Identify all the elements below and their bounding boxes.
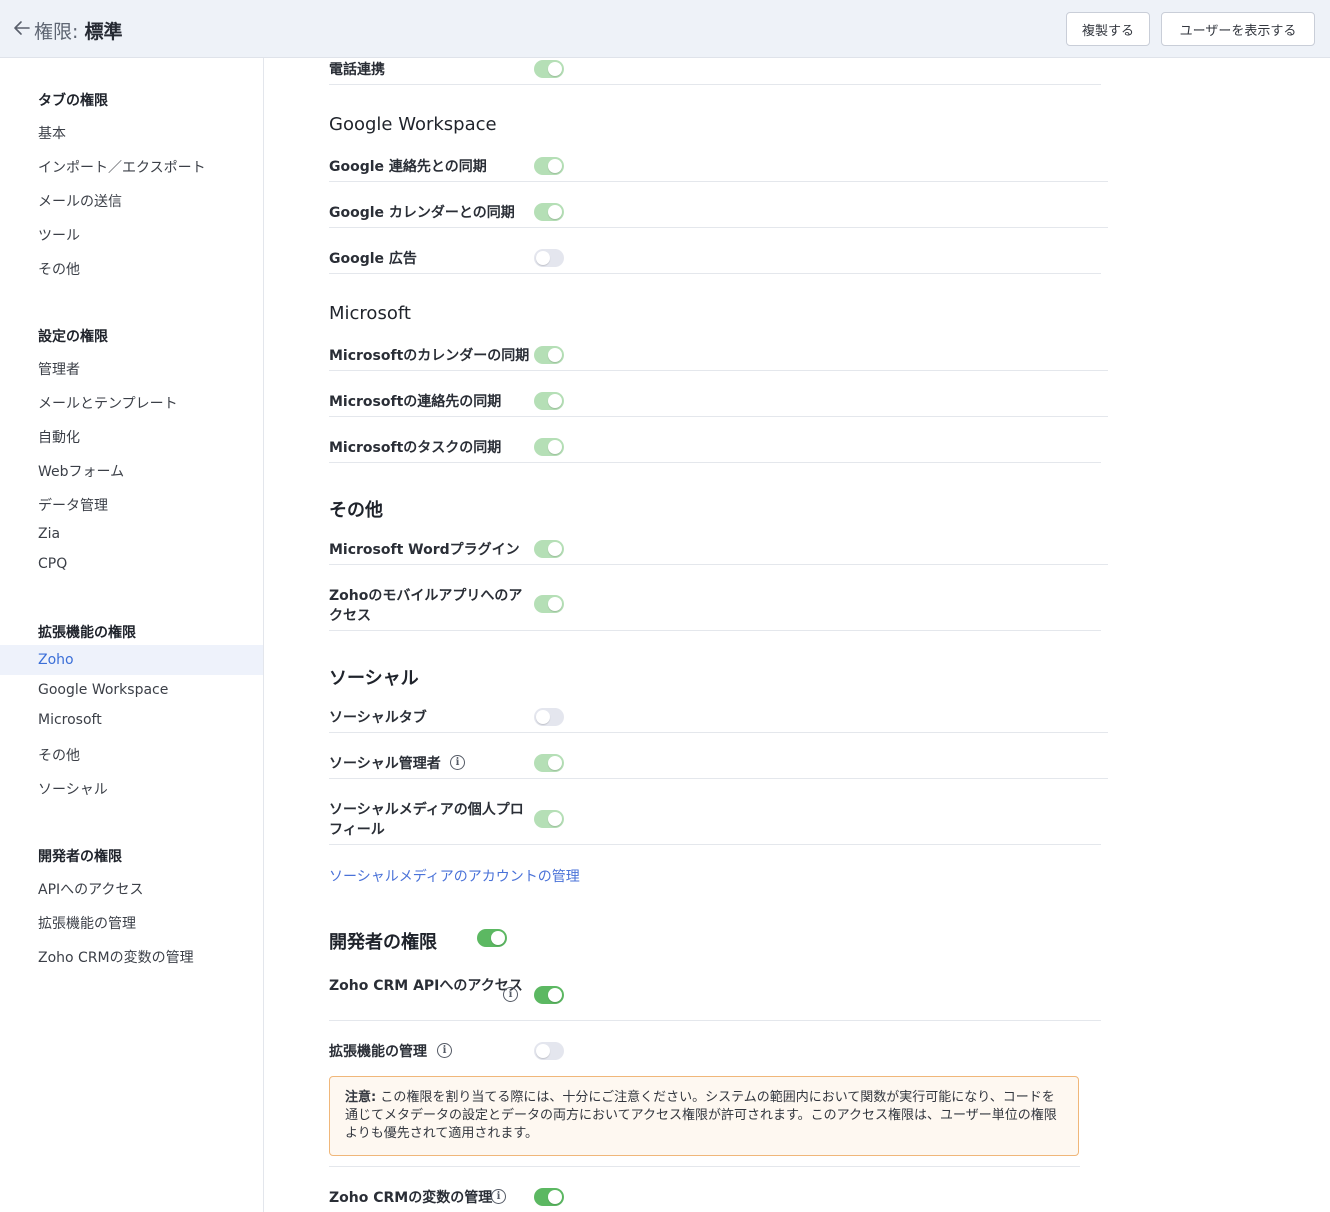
toggle-switch[interactable] [534, 346, 564, 364]
view-users-button[interactable]: ユーザーを表示する [1161, 12, 1315, 46]
row-divider [329, 1020, 1101, 1021]
note-text: この権限を割り当てる際には、十分にご注意ください。システムの範囲内において関数が… [345, 1090, 1057, 1141]
row-divider [329, 630, 1101, 631]
toggle-switch[interactable] [534, 595, 564, 613]
sidebar-item-crm-variables[interactable]: Zoho CRMの変数の管理 [38, 947, 194, 967]
permission-label: Google カレンダーとの同期 [329, 205, 515, 221]
info-icon[interactable]: i [503, 987, 518, 1002]
sidebar-item-google-workspace[interactable]: Google Workspace [38, 682, 168, 698]
sidebar-item-basic[interactable]: 基本 [38, 123, 66, 143]
row-divider [329, 1166, 1080, 1167]
permission-label: Microsoftのカレンダーの同期 [329, 348, 530, 364]
sidebar-item-microsoft[interactable]: Microsoft [38, 712, 102, 728]
permissions-content: 電話連携 Google Workspace Google 連絡先との同期 Goo… [264, 58, 1330, 1212]
toggle-switch[interactable] [534, 1188, 564, 1206]
sidebar-item-send-mail[interactable]: メールの送信 [38, 191, 122, 211]
toggle-switch[interactable] [534, 986, 564, 1004]
sidebar-head-developer: 開発者の権限 [38, 849, 122, 865]
sidebar-item-webforms[interactable]: Webフォーム [38, 461, 124, 481]
section-title-microsoft: Microsoft [329, 303, 411, 324]
sidebar-item-mail-templates[interactable]: メールとテンプレート [38, 393, 178, 413]
permission-label: Zoho CRMの変数の管理 [329, 1190, 493, 1206]
sidebar-item-tools[interactable]: ツール [38, 225, 80, 245]
row-divider [329, 227, 1108, 228]
permission-label: Zohoのモバイルアプリへのアクセス [329, 588, 523, 624]
info-icon[interactable]: i [450, 755, 465, 770]
permission-label: Google 連絡先との同期 [329, 159, 487, 175]
back-arrow-icon[interactable] [12, 18, 32, 38]
toggle-switch[interactable] [534, 540, 564, 558]
manage-social-accounts-link[interactable]: ソーシャルメディアのアカウントの管理 [329, 866, 580, 886]
page-header: 権限: 標準 複製する ユーザーを表示する [0, 0, 1330, 58]
section-title-google: Google Workspace [329, 114, 497, 135]
row-divider [329, 462, 1101, 463]
permission-label: 拡張機能の管理 [329, 1044, 427, 1060]
toggle-switch[interactable] [534, 157, 564, 175]
info-icon[interactable]: i [491, 1189, 506, 1204]
sidebar-item-extension-management[interactable]: 拡張機能の管理 [38, 913, 136, 933]
permission-label: Microsoftのタスクの同期 [329, 440, 502, 456]
sidebar-item-social[interactable]: ソーシャル [38, 779, 108, 799]
sidebar-item-tab-other[interactable]: その他 [38, 259, 80, 279]
sidebar-item-import-export[interactable]: インポート／エクスポート [38, 157, 206, 177]
permission-label: ソーシャルメディアの個人プロフィール [329, 802, 524, 838]
permission-label: ソーシャル管理者 [329, 756, 441, 772]
toggle-switch[interactable] [534, 438, 564, 456]
title-prefix: 権限: [34, 21, 79, 43]
row-divider [329, 844, 1101, 845]
sidebar: タブの権限 基本 インポート／エクスポート メールの送信 ツール その他 設定の… [0, 58, 264, 1212]
sidebar-item-cpq[interactable]: CPQ [38, 556, 67, 572]
row-divider [329, 181, 1108, 182]
note-label: 注意: [345, 1090, 377, 1105]
toggle-switch[interactable] [534, 60, 564, 78]
page-title: 権限: 標準 [34, 20, 122, 44]
caution-note: 注意: この権限を割り当てる際には、十分にご注意ください。システムの範囲内におい… [329, 1076, 1079, 1156]
profile-name: 標準 [84, 21, 123, 43]
sidebar-item-automation[interactable]: 自動化 [38, 427, 80, 447]
row-divider [329, 416, 1108, 417]
section-title-developer: 開発者の権限 [329, 932, 437, 953]
permission-label: Google 広告 [329, 251, 417, 267]
clone-button[interactable]: 複製する [1066, 12, 1150, 46]
sidebar-item-zia[interactable]: Zia [38, 526, 60, 542]
toggle-switch[interactable] [534, 249, 564, 267]
sidebar-item-ext-other[interactable]: その他 [38, 745, 80, 765]
info-icon[interactable]: i [437, 1043, 452, 1058]
section-title-social: ソーシャル [329, 668, 419, 689]
sidebar-item-data-admin[interactable]: データ管理 [38, 495, 108, 515]
row-divider [329, 564, 1108, 565]
sidebar-head-setup: 設定の権限 [38, 329, 108, 345]
toggle-switch[interactable] [534, 708, 564, 726]
sidebar-item-zoho[interactable]: Zoho [38, 652, 74, 668]
developer-master-toggle[interactable] [477, 929, 507, 947]
section-title-other: その他 [329, 500, 383, 521]
row-divider [329, 84, 1101, 85]
toggle-switch[interactable] [534, 203, 564, 221]
permission-label: 電話連携 [329, 62, 385, 78]
sidebar-item-admin[interactable]: 管理者 [38, 359, 80, 379]
row-divider [329, 778, 1108, 779]
permission-label: Microsoft Wordプラグイン [329, 542, 520, 558]
toggle-switch[interactable] [534, 754, 564, 772]
permission-label: Microsoftの連絡先の同期 [329, 394, 502, 410]
toggle-switch[interactable] [534, 810, 564, 828]
sidebar-item-api-access[interactable]: APIへのアクセス [38, 879, 143, 899]
row-divider [329, 370, 1108, 371]
sidebar-head-extensions: 拡張機能の権限 [38, 625, 136, 641]
toggle-switch[interactable] [534, 392, 564, 410]
row-divider [329, 732, 1108, 733]
toggle-switch[interactable] [534, 1042, 564, 1060]
row-divider [329, 273, 1101, 274]
permission-label: Zoho CRM APIへのアクセス [329, 978, 523, 994]
sidebar-head-tabs: タブの権限 [38, 93, 108, 109]
permission-label: ソーシャルタブ [329, 710, 427, 726]
